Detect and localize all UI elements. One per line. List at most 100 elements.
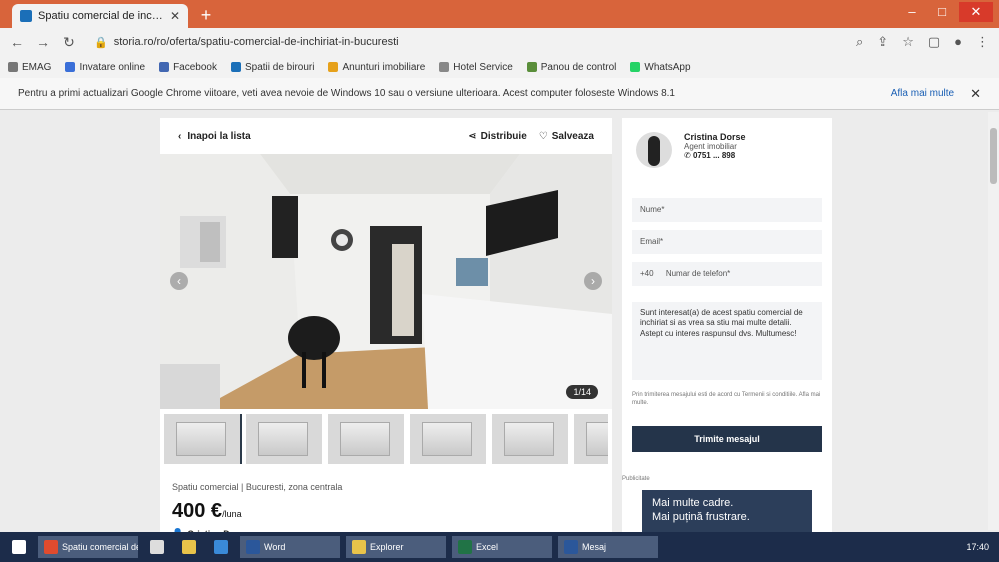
share-icon: ⋖: [468, 130, 477, 142]
address-actions: ⌕ ⇪ ☆ ▢ ● ⋮: [856, 34, 989, 50]
share-page-icon[interactable]: ⇪: [877, 34, 888, 50]
app-icon: [214, 540, 228, 554]
taskbar-clock[interactable]: 17:40: [966, 542, 999, 552]
room-photo-illustration: [160, 154, 612, 409]
forward-icon[interactable]: →: [36, 34, 50, 50]
word-icon: [564, 540, 578, 554]
browser-titlebar: Spatiu comercial de inchiriat ✕ + – □ ✕: [0, 0, 999, 28]
terms-text: Prin trimiterea mesajului esti de acord …: [632, 392, 821, 406]
bookmark-icon: [8, 62, 18, 72]
page-scrollbar[interactable]: [988, 112, 999, 530]
close-window-button[interactable]: ✕: [959, 2, 993, 22]
window-controls: – □ ✕: [899, 2, 993, 22]
listing-summary: Spatiu comercial | Bucuresti, zona centr…: [172, 482, 343, 492]
heart-icon: ♡: [538, 130, 548, 142]
thumbnail[interactable]: [410, 414, 486, 464]
page-content: ‹ Inapoi la lista ⋖ Distribuie ♡ Salveaza: [0, 110, 999, 542]
chrome-icon: [44, 540, 58, 554]
tab-title: Spatiu comercial de inchiriat: [38, 10, 164, 22]
thumbnail[interactable]: [328, 414, 404, 464]
profile-icon[interactable]: ●: [954, 34, 962, 50]
site-favicon-icon: [20, 10, 32, 22]
main-photo[interactable]: ‹ › 1/14: [160, 154, 612, 409]
bookmark-item[interactable]: Panou de control: [526, 62, 616, 73]
photo-thumbnails: [164, 414, 608, 464]
bookmark-item[interactable]: WhatsApp: [630, 62, 691, 73]
extensions-icon[interactable]: ▢: [928, 34, 940, 50]
thumbnail[interactable]: [246, 414, 322, 464]
back-to-list-link[interactable]: ‹ Inapoi la lista: [178, 131, 251, 142]
listing-actions: ⋖ Distribuie ♡ Salveaza: [468, 131, 594, 142]
update-infobar: Pentru a primi actualizari Google Chrome…: [0, 78, 999, 110]
country-prefix[interactable]: +40: [640, 269, 654, 278]
photo-counter: 1/14: [566, 385, 598, 399]
taskbar-word[interactable]: Word: [240, 536, 340, 558]
thumbnail[interactable]: [492, 414, 568, 464]
bookmark-item[interactable]: EMAG: [8, 62, 51, 73]
name-field[interactable]: Nume*: [632, 198, 822, 222]
folder-icon: [352, 540, 366, 554]
url-field[interactable]: 🔒 storia.ro/ro/oferta/spatiu-comercial-d…: [88, 32, 844, 52]
chevron-left-icon: ‹: [178, 130, 182, 142]
bookmark-icon: [439, 62, 450, 72]
excel-icon: [458, 540, 472, 554]
taskbar-home[interactable]: [144, 536, 170, 558]
start-button[interactable]: [6, 536, 32, 558]
new-tab-button[interactable]: +: [196, 6, 216, 26]
back-icon[interactable]: ←: [10, 34, 24, 50]
thumbnail[interactable]: [164, 414, 242, 464]
agent-card: Cristina Dorse Agent imobiliar ✆ 0751 ..…: [636, 132, 746, 168]
photo-next-button[interactable]: ›: [584, 272, 602, 290]
agent-phone[interactable]: ✆ 0751 ... 898: [684, 151, 746, 160]
save-button[interactable]: ♡ Salveaza: [539, 131, 594, 142]
bookmark-icon: [65, 62, 76, 72]
thumbnail[interactable]: [574, 414, 608, 464]
learn-more-link[interactable]: Afla mai multe: [891, 88, 954, 99]
minimize-button[interactable]: –: [899, 2, 925, 22]
infobar-message: Pentru a primi actualizari Google Chrome…: [18, 88, 675, 99]
bookmark-icon: [526, 62, 537, 72]
bookmark-icon: [159, 62, 170, 72]
windows-logo-icon: [12, 540, 26, 554]
maximize-button[interactable]: □: [929, 2, 955, 22]
menu-icon[interactable]: ⋮: [976, 34, 989, 50]
taskbar-mail[interactable]: Mesaj: [558, 536, 658, 558]
address-bar-row: ← → ↻ 🔒 storia.ro/ro/oferta/spatiu-comer…: [0, 28, 999, 56]
phone-icon: ✆: [684, 151, 693, 160]
taskbar-files[interactable]: [176, 536, 202, 558]
bookmark-item[interactable]: Facebook: [159, 62, 217, 73]
bookmark-item[interactable]: Invatare online: [65, 62, 145, 73]
avatar: [636, 132, 672, 168]
whatsapp-icon: [630, 62, 641, 72]
reload-icon[interactable]: ↻: [62, 34, 76, 51]
taskbar-chrome[interactable]: Spatiu comercial de inchiriat: [38, 536, 138, 558]
bookmark-item[interactable]: Spatii de birouri: [230, 62, 314, 73]
email-field[interactable]: Email*: [632, 230, 822, 254]
bookmark-star-icon[interactable]: ☆: [902, 34, 914, 50]
taskbar-excel[interactable]: Excel: [452, 536, 552, 558]
infobar-close-icon[interactable]: ✕: [970, 86, 981, 102]
photo-prev-button[interactable]: ‹: [170, 272, 188, 290]
bookmark-icon: [328, 62, 339, 72]
ad-label: Publicitate: [622, 476, 650, 482]
folder-icon: [182, 540, 196, 554]
send-message-button[interactable]: Trimite mesajul: [632, 426, 822, 452]
taskbar-explorer[interactable]: Explorer: [346, 536, 446, 558]
bookmark-item[interactable]: Anunturi imobiliare: [328, 62, 425, 73]
browser-tab[interactable]: Spatiu comercial de inchiriat ✕: [12, 4, 188, 28]
phone-placeholder: Numar de telefon*: [665, 269, 731, 278]
phone-field[interactable]: +40 Numar de telefon*: [632, 262, 822, 286]
tab-close-icon[interactable]: ✕: [170, 9, 180, 23]
bookmarks-bar: EMAG Invatare online Facebook Spatii de …: [0, 56, 999, 78]
bookmark-item[interactable]: Hotel Service: [439, 62, 513, 73]
zoom-icon[interactable]: ⌕: [856, 34, 863, 50]
agent-name: Cristina Dorse: [684, 132, 746, 142]
agent-role: Agent imobiliar: [684, 142, 737, 151]
taskbar-app[interactable]: [208, 536, 234, 558]
listing-card: ‹ Inapoi la lista ⋖ Distribuie ♡ Salveaza: [160, 118, 612, 539]
message-textarea[interactable]: Sunt interesat(a) de acest spatiu comerc…: [632, 302, 822, 380]
listing-price: 400 €/luna: [172, 500, 242, 522]
word-icon: [246, 540, 260, 554]
bookmark-icon: [230, 62, 241, 72]
share-button[interactable]: ⋖ Distribuie: [468, 131, 527, 142]
